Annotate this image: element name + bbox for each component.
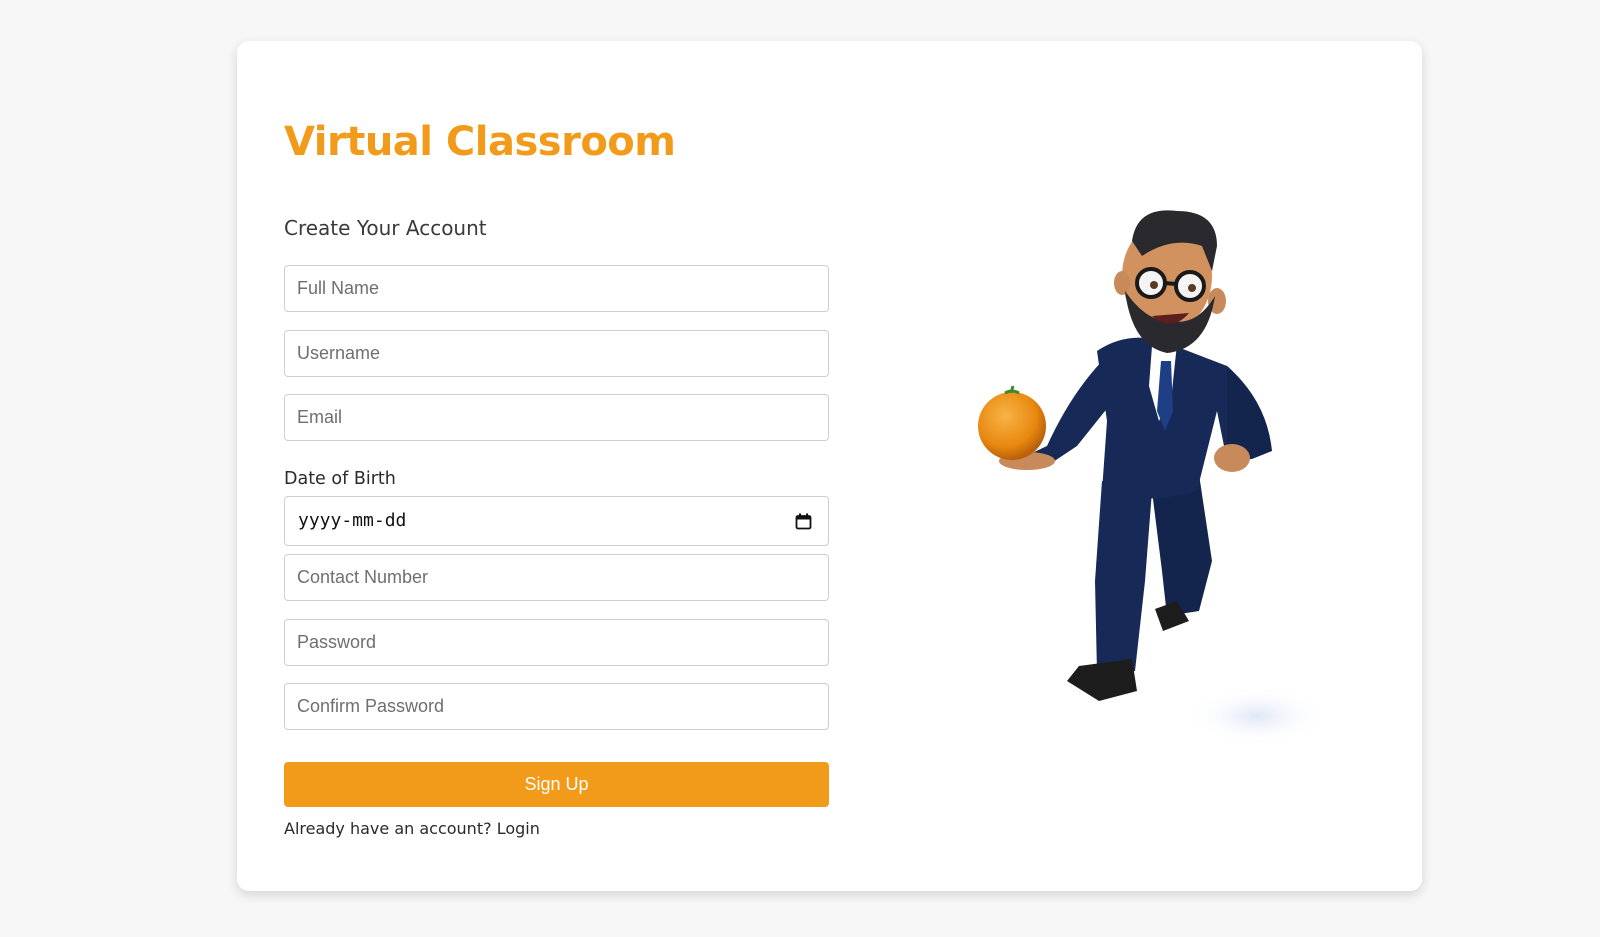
businessman-illustration [978, 210, 1327, 746]
sign-up-button[interactable]: Sign Up [284, 762, 829, 807]
calendar-icon[interactable] [795, 513, 812, 530]
date-of-birth-input[interactable]: yyyy-mm-dd [284, 496, 829, 546]
form-subtitle: Create Your Account [284, 216, 487, 240]
username-input[interactable] [284, 330, 829, 377]
confirm-password-input[interactable] [284, 683, 829, 730]
password-input[interactable] [284, 619, 829, 666]
date-of-birth-label: Date of Birth [284, 469, 396, 489]
signup-card: Virtual Classroom Create Your Account Da… [237, 41, 1422, 891]
contact-number-input[interactable] [284, 554, 829, 601]
email-input[interactable] [284, 394, 829, 441]
date-of-birth-display: yyyy-mm-dd [298, 510, 407, 531]
login-prompt-line: Already have an account? Login [284, 819, 540, 838]
login-prompt-text: Already have an account? [284, 819, 492, 838]
full-name-input[interactable] [284, 265, 829, 312]
app-title: Virtual Classroom [284, 119, 676, 165]
login-link[interactable]: Login [497, 819, 540, 838]
